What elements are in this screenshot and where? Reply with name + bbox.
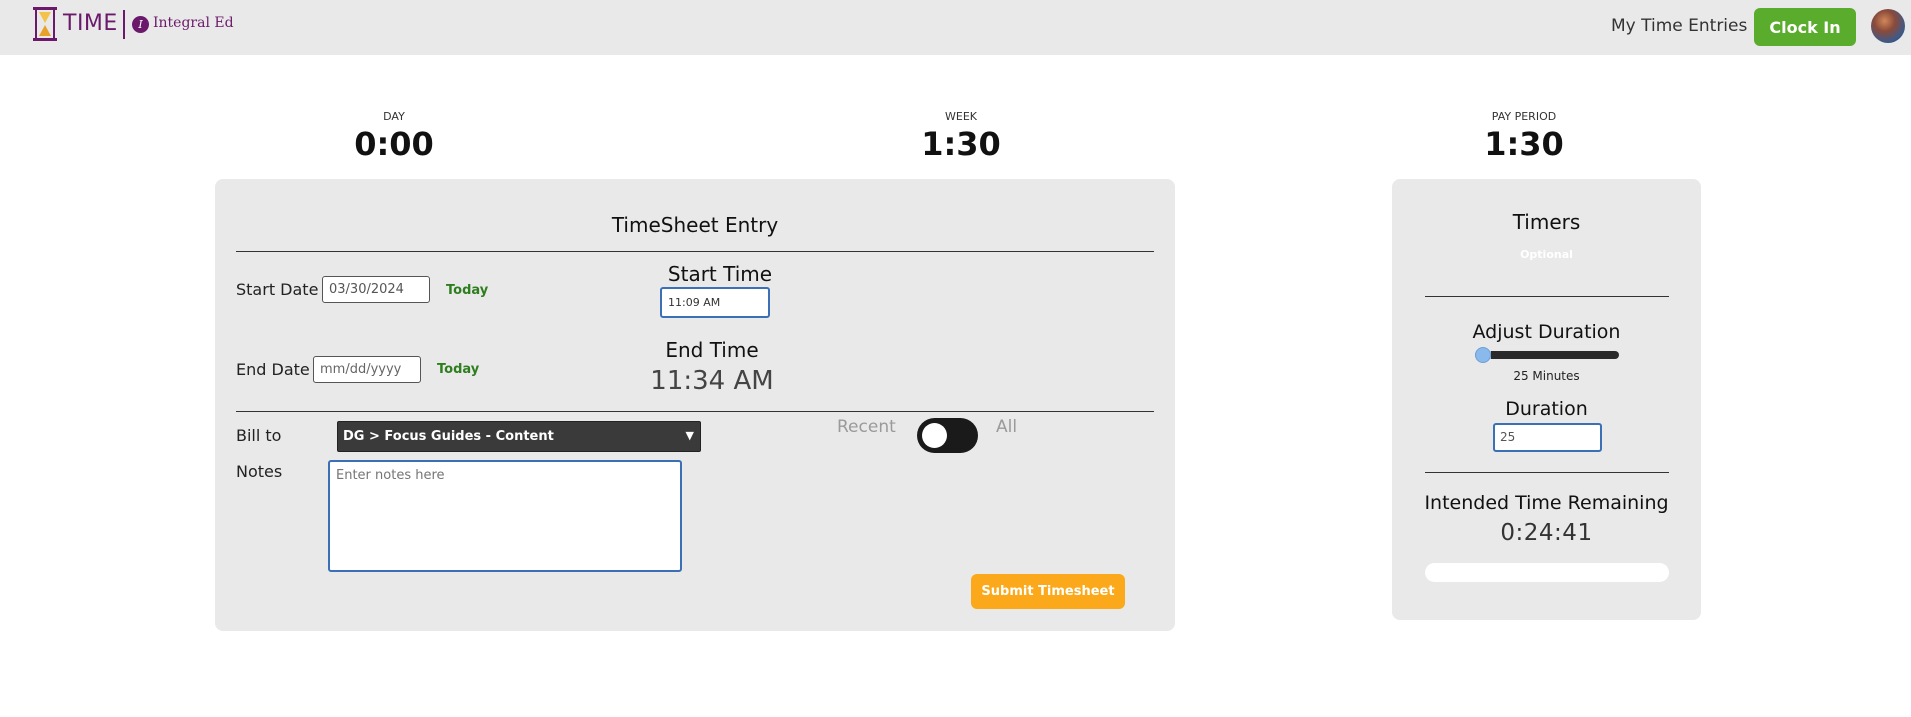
recent-all-toggle[interactable] (917, 418, 978, 453)
bill-to-select[interactable]: DG > Focus Guides - Content ▼ (337, 421, 701, 452)
end-time-heading: End Time (665, 338, 759, 362)
start-time-heading: Start Time (667, 262, 773, 286)
duration-heading: Duration (1505, 398, 1588, 420)
org-name: Integral Ed (153, 15, 234, 31)
notes-textarea[interactable] (328, 460, 682, 572)
week-stat-value: 1:30 (921, 125, 1001, 163)
notes-label: Notes (236, 462, 283, 481)
duration-input[interactable]: 25 (1493, 423, 1602, 452)
clock-in-button[interactable]: Clock In (1754, 8, 1856, 46)
adjust-duration-heading: Adjust Duration (1472, 321, 1621, 343)
start-date-today-link[interactable]: Today (446, 283, 488, 298)
toggle-knob (922, 423, 947, 448)
hourglass-icon (33, 7, 57, 41)
time-remaining-progress-bar (1425, 563, 1669, 582)
user-avatar[interactable] (1871, 9, 1905, 43)
end-time-value: 11:34 AM (650, 366, 774, 396)
bill-to-selected-value: DG > Focus Guides - Content (343, 429, 554, 444)
timesheet-panel: TimeSheet Entry Start Date 03/30/2024 To… (215, 179, 1175, 631)
day-stat: DAY 0:00 (294, 110, 494, 163)
end-date-today-link[interactable]: Today (437, 362, 479, 377)
chevron-down-icon: ▼ (685, 429, 694, 442)
divider (236, 251, 1154, 252)
start-date-input[interactable]: 03/30/2024 (322, 276, 430, 303)
timers-optional-label: Optional (1520, 248, 1573, 261)
toggle-all-label: All (996, 417, 1018, 437)
divider (1425, 296, 1669, 297)
timers-title: Timers (1512, 210, 1581, 234)
intended-time-remaining-value: 0:24:41 (1500, 520, 1593, 546)
submit-timesheet-button[interactable]: Submit Timesheet (971, 574, 1125, 609)
my-time-entries-link[interactable]: My Time Entries (1611, 16, 1747, 36)
intended-time-remaining-heading: Intended Time Remaining (1424, 492, 1669, 514)
top-bar: TIME I Integral Ed My Time Entries Clock… (0, 0, 1911, 55)
end-date-label: End Date (236, 360, 310, 379)
week-stat: WEEK 1:30 (861, 110, 1061, 163)
pay-period-stat-value: 1:30 (1484, 125, 1564, 163)
toggle-recent-label: Recent (837, 417, 896, 437)
end-date-input[interactable]: mm/dd/yyyy (313, 356, 421, 383)
pay-period-stat-label: PAY PERIOD (1491, 110, 1557, 123)
start-date-label: Start Date (236, 280, 319, 299)
logo-divider (123, 10, 125, 39)
duration-slider-thumb[interactable] (1475, 347, 1491, 363)
duration-slider-caption: 25 Minutes (1513, 369, 1580, 383)
timesheet-title: TimeSheet Entry (611, 213, 779, 237)
timers-panel: Timers Optional Adjust Duration 25 Minut… (1392, 179, 1701, 620)
pay-period-stat: PAY PERIOD 1:30 (1424, 110, 1624, 163)
start-time-input[interactable]: 11:09 AM (660, 287, 770, 318)
duration-slider-track[interactable] (1475, 351, 1619, 359)
week-stat-label: WEEK (945, 110, 977, 123)
day-stat-label: DAY (383, 110, 405, 123)
app-name: TIME (63, 11, 118, 36)
divider (236, 411, 1154, 412)
integral-ed-logo-icon: I (132, 16, 149, 33)
divider (1425, 472, 1669, 473)
day-stat-value: 0:00 (354, 125, 434, 163)
bill-to-label: Bill to (236, 426, 282, 445)
